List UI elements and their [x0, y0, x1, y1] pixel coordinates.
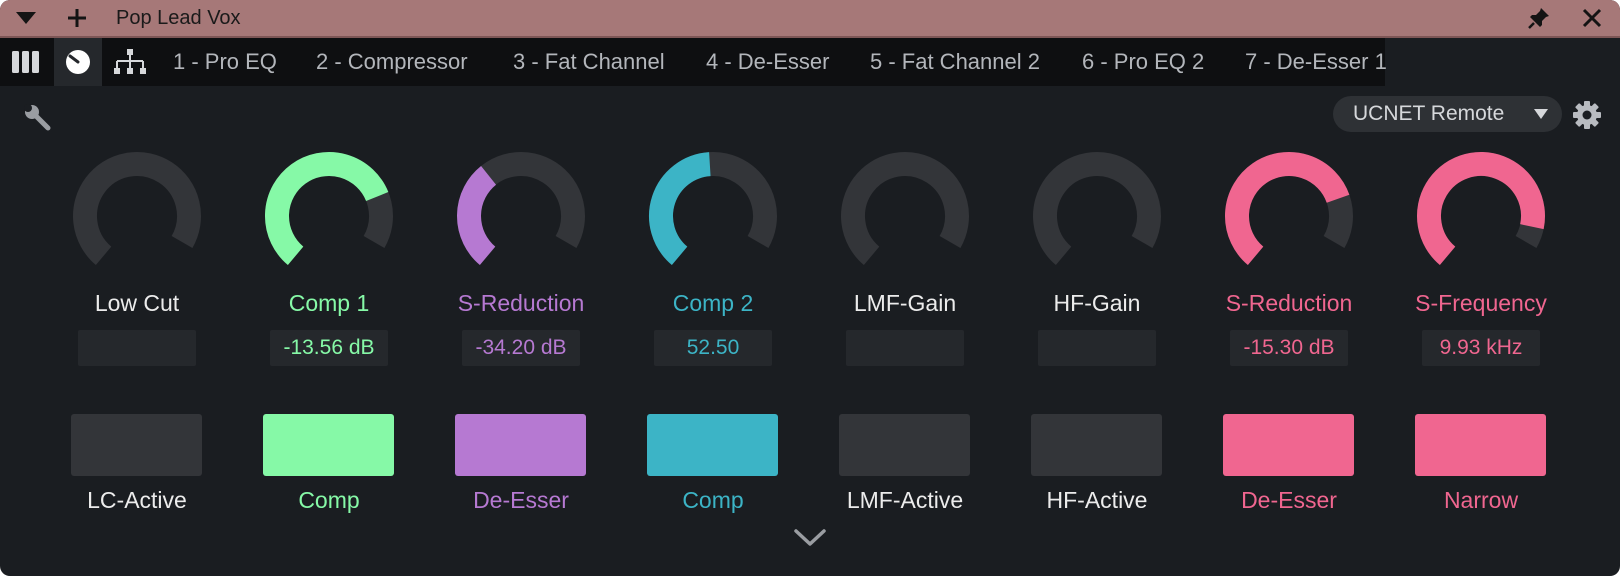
toggle-label: Comp — [682, 487, 744, 513]
knob[interactable] — [1221, 148, 1357, 284]
macro-control: Comp 1 -13.56 dB Comp — [249, 0, 409, 576]
triangle-down-icon — [16, 12, 36, 24]
settings-wrench-button[interactable] — [22, 102, 52, 132]
knob-value-arc — [457, 165, 497, 266]
knob-track — [73, 152, 201, 266]
knob-track — [1033, 152, 1161, 266]
macro-control: S-Reduction -34.20 dB De-Esser — [441, 0, 601, 576]
knob-value-arc — [1225, 152, 1350, 266]
toggle-button[interactable] — [839, 414, 970, 476]
knob[interactable] — [69, 148, 205, 284]
parameter-value: -15.30 dB — [1230, 330, 1348, 366]
macro-control: Comp 2 52.50 Comp — [633, 0, 793, 576]
parameter-value: -13.56 dB — [270, 330, 388, 366]
gear-icon — [1573, 101, 1601, 129]
title-bar: Pop Lead Vox — [0, 0, 1620, 38]
knob[interactable] — [837, 148, 973, 284]
toggle-button[interactable] — [1031, 414, 1162, 476]
toggle-label: LC-Active — [87, 487, 187, 513]
expand-button[interactable] — [793, 526, 827, 548]
parameter-label: HF-Gain — [1053, 290, 1141, 316]
knob-value-arc — [265, 152, 389, 266]
mixer-view-button[interactable] — [4, 38, 48, 86]
collapse-button[interactable] — [8, 0, 44, 36]
knob-track — [841, 152, 969, 266]
parameter-label: S-Reduction — [1225, 290, 1353, 316]
knob-value-arc — [649, 152, 712, 266]
knob-value-arc — [1417, 152, 1545, 266]
macro-control: HF-Gain HF-Active — [1017, 0, 1177, 576]
parameter-label: LMF-Gain — [853, 290, 957, 316]
parameter-value: -34.20 dB — [462, 330, 580, 366]
parameter-label: Low Cut — [94, 290, 180, 316]
mixer-columns-icon — [12, 51, 39, 73]
knob[interactable] — [1029, 148, 1165, 284]
parameter-label: Comp 1 — [288, 290, 370, 316]
toggle-button[interactable] — [455, 414, 586, 476]
toggle-label: HF-Active — [1046, 487, 1148, 513]
toggle-button[interactable] — [1415, 414, 1546, 476]
parameter-label: S-Frequency — [1415, 290, 1547, 316]
parameter-value — [1038, 330, 1156, 366]
parameter-label: S-Reduction — [457, 290, 585, 316]
parameter-value: 52.50 — [654, 330, 772, 366]
knob[interactable] — [261, 148, 397, 284]
macro-control: Low Cut LC-Active — [57, 0, 217, 576]
toggle-button[interactable] — [1223, 414, 1354, 476]
knob[interactable] — [1413, 148, 1549, 284]
toggle-button[interactable] — [263, 414, 394, 476]
close-icon — [1582, 8, 1602, 28]
toggle-label: Narrow — [1443, 487, 1519, 513]
macro-control: S-Frequency 9.93 kHz Narrow — [1401, 0, 1561, 576]
toggle-button[interactable] — [647, 414, 778, 476]
close-button[interactable] — [1574, 0, 1610, 36]
macro-control: S-Reduction -15.30 dB De-Esser — [1209, 0, 1369, 576]
knob[interactable] — [645, 148, 781, 284]
wrench-icon — [24, 104, 51, 131]
macro-controls-window: Pop Lead Vox 1 - Pro EQ 2 - Compressor 3… — [0, 0, 1620, 576]
toggle-button[interactable] — [71, 414, 202, 476]
toggle-label: De-Esser — [1241, 487, 1337, 513]
parameter-label: Comp 2 — [672, 290, 754, 316]
gear-button[interactable] — [1572, 100, 1602, 130]
macro-control: LMF-Gain LMF-Active — [825, 0, 985, 576]
toggle-label: De-Esser — [473, 487, 569, 513]
parameter-value: 9.93 kHz — [1422, 330, 1540, 366]
toggle-label: LMF-Active — [846, 487, 964, 513]
chevron-down-icon — [794, 529, 826, 546]
knob[interactable] — [453, 148, 589, 284]
toggle-label: Comp — [298, 487, 360, 513]
parameter-value — [78, 330, 196, 366]
parameter-value — [846, 330, 964, 366]
